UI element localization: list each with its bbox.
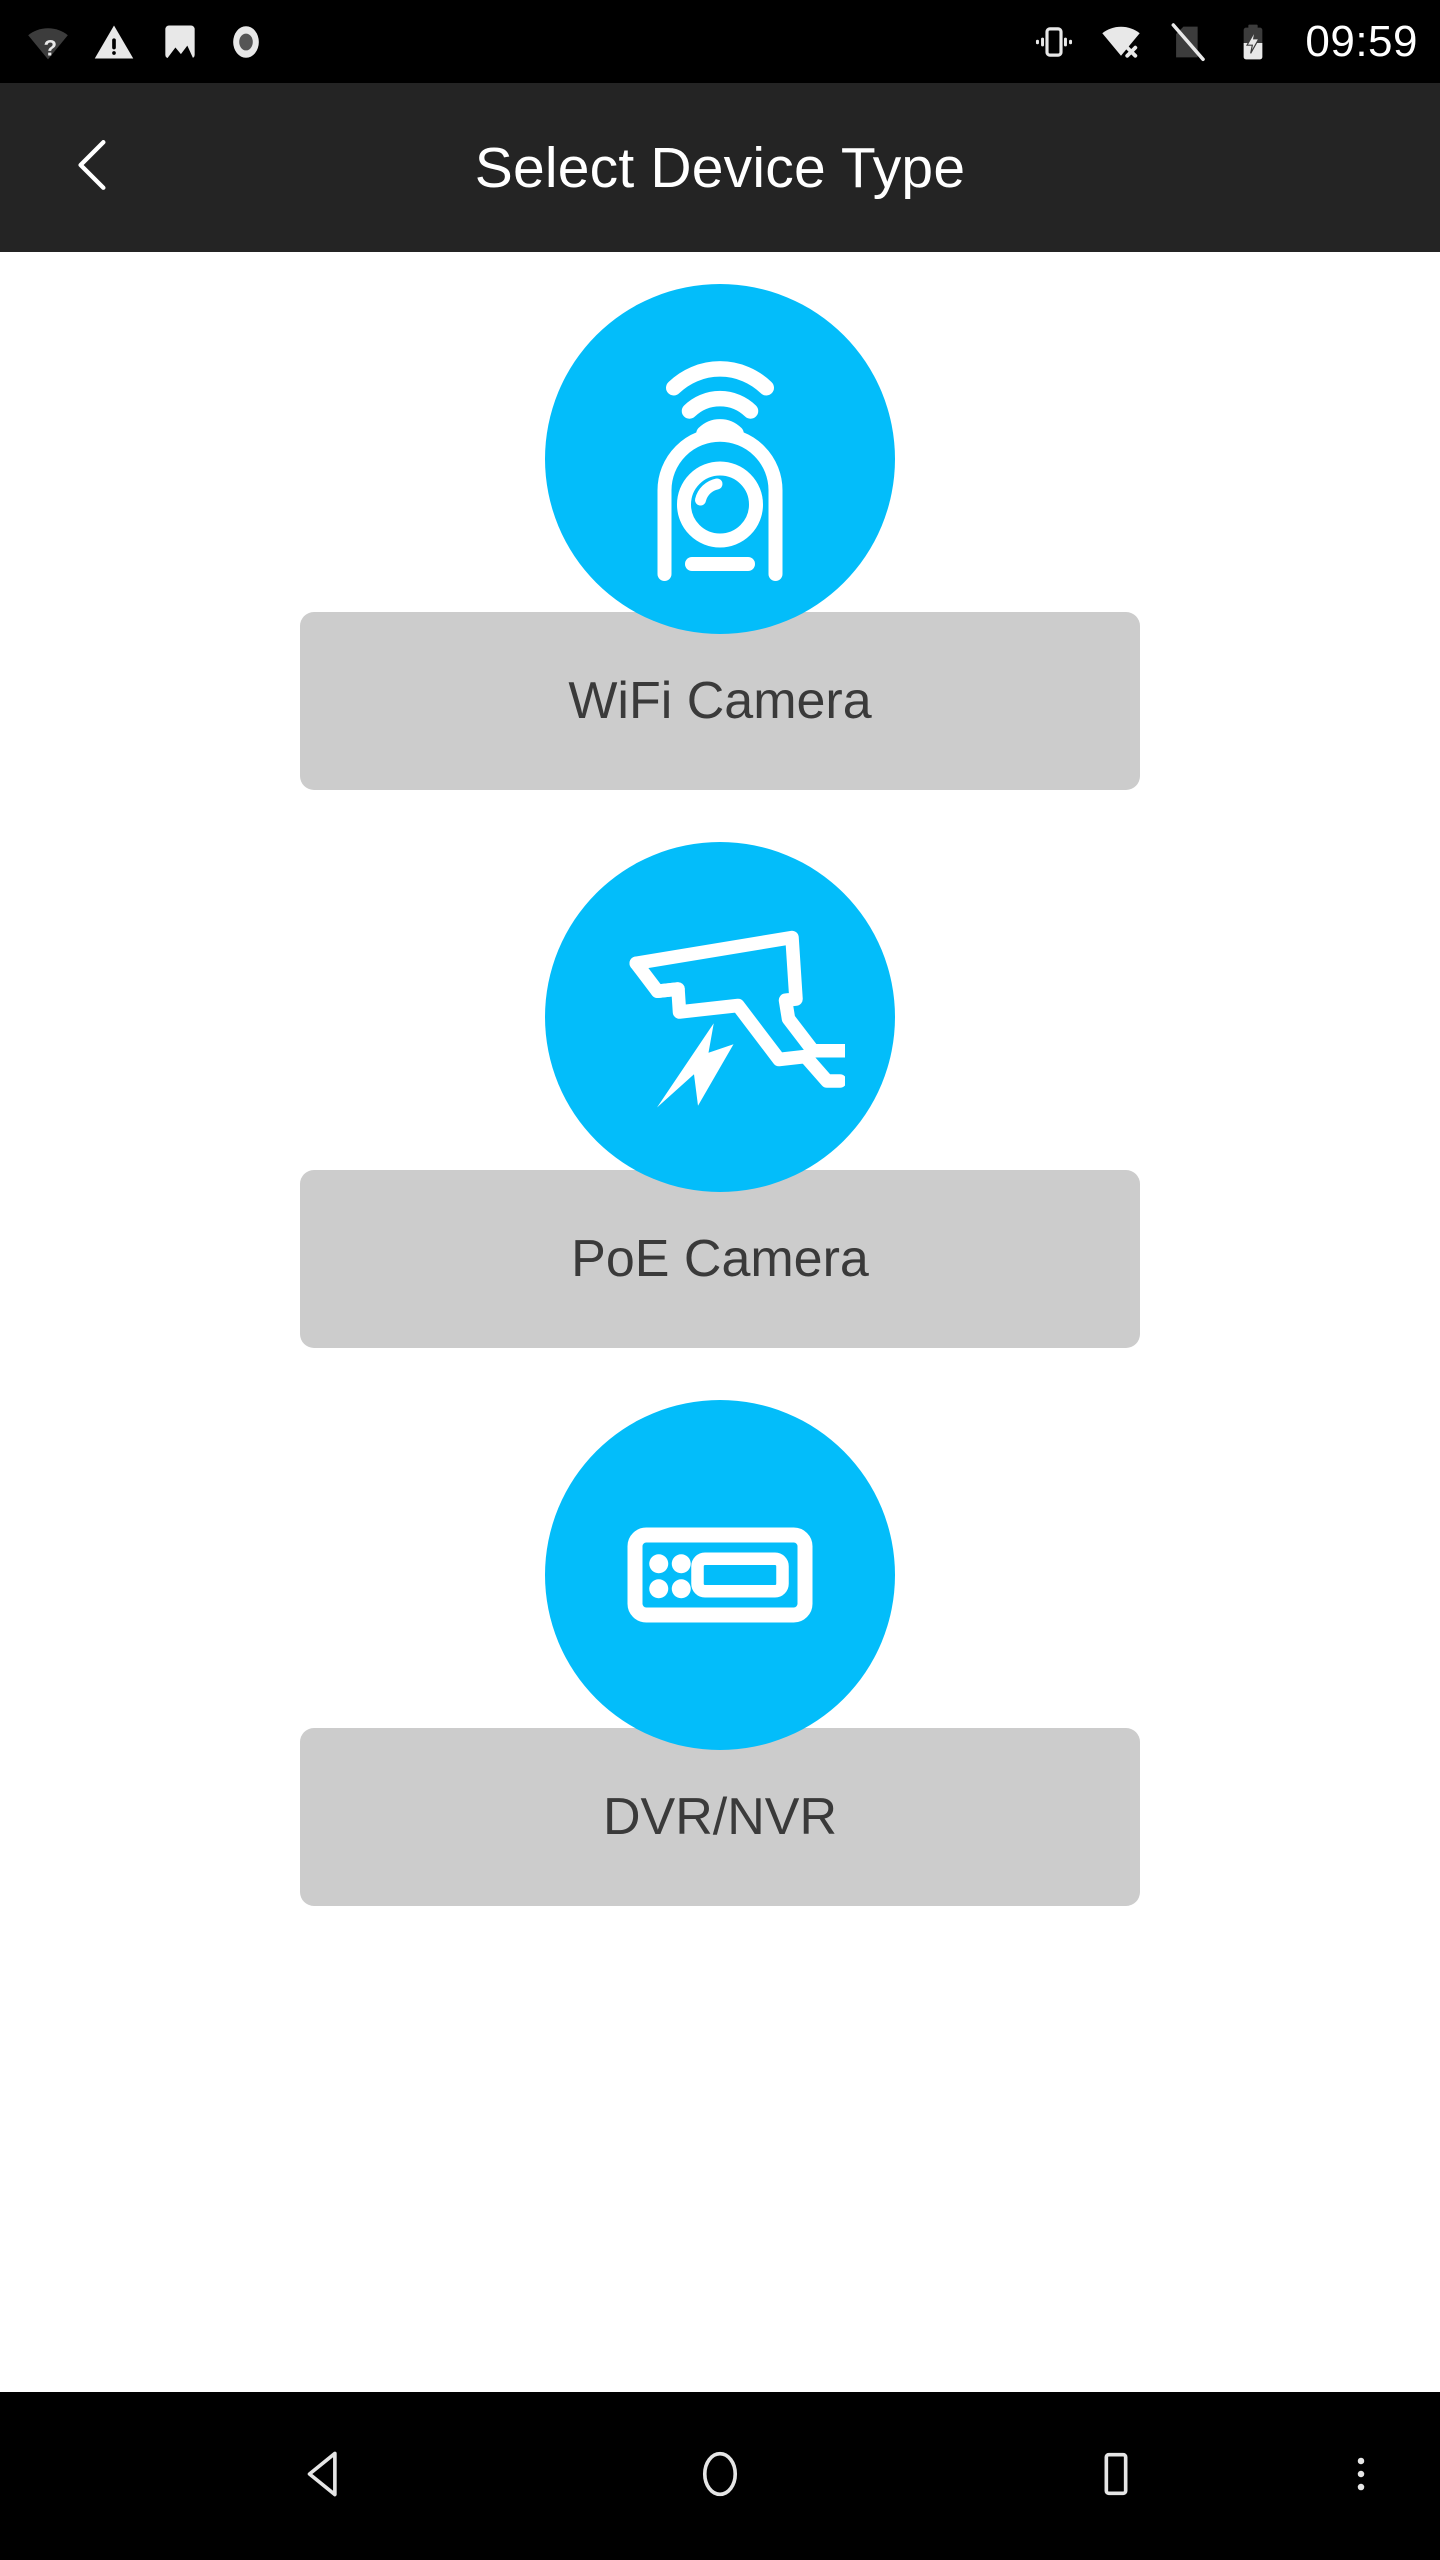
vibrate-icon — [1033, 21, 1075, 63]
device-option-dvr-nvr[interactable]: DVR/NVR — [0, 1400, 1440, 1906]
record-icon — [224, 20, 268, 64]
poe-camera-icon — [595, 892, 845, 1142]
device-label-wifi-camera[interactable]: WiFi Camera — [300, 612, 1140, 790]
triangle-left-icon — [295, 2445, 353, 2508]
wifi-camera-icon — [595, 334, 845, 584]
device-option-poe-camera[interactable]: PoE Camera — [0, 842, 1440, 1348]
battery-charging-icon — [1233, 22, 1273, 62]
nav-overflow-button[interactable] — [1306, 2392, 1416, 2560]
warning-icon — [92, 20, 136, 64]
page-title: Select Device Type — [474, 135, 966, 200]
status-bar-clock: 09:59 — [1305, 16, 1418, 66]
poe-camera-icon-circle[interactable] — [545, 842, 895, 1192]
no-sim-icon — [1167, 21, 1209, 63]
device-label-poe-camera[interactable]: PoE Camera — [300, 1170, 1140, 1348]
wifi-off-icon — [1099, 20, 1143, 64]
navigation-bar — [0, 2392, 1440, 2560]
nav-back-button[interactable] — [244, 2392, 404, 2560]
device-type-list: WiFi Camera PoE Camera DVR/NVR — [0, 252, 1440, 2392]
device-option-wifi-camera[interactable]: WiFi Camera — [0, 284, 1440, 790]
wifi-help-icon: ? — [26, 20, 70, 64]
dvr-nvr-icon-circle[interactable] — [545, 1400, 895, 1750]
phone-screen: ? 09:59 Select Device Type WiFi Camera P… — [0, 0, 1440, 2560]
dvr-nvr-icon — [595, 1450, 845, 1700]
device-label-dvr-nvr[interactable]: DVR/NVR — [300, 1728, 1140, 1906]
status-bar-left-icons: ? — [26, 0, 268, 83]
app-bar: Select Device Type — [0, 83, 1440, 252]
image-icon — [158, 20, 202, 64]
nav-home-button[interactable] — [640, 2392, 800, 2560]
dots-vertical-icon — [1338, 2451, 1384, 2502]
nav-recents-button[interactable] — [1036, 2392, 1196, 2560]
svg-text:?: ? — [43, 35, 56, 60]
status-bar: ? 09:59 — [0, 0, 1440, 83]
status-bar-right-icons: 09:59 — [1033, 0, 1418, 83]
wifi-camera-icon-circle[interactable] — [545, 284, 895, 634]
circle-icon — [691, 2445, 749, 2508]
square-icon — [1087, 2445, 1145, 2508]
